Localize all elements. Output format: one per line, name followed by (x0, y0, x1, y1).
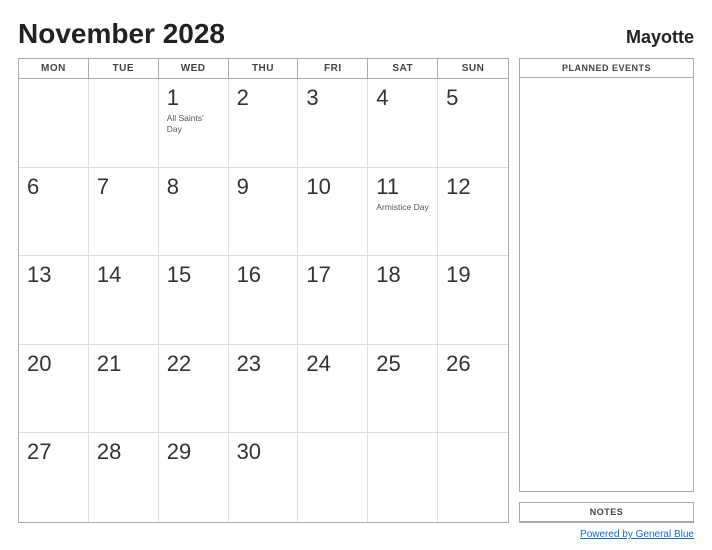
day-number: 12 (446, 174, 470, 200)
page: November 2028 Mayotte MONTUEWEDTHUFRISAT… (0, 0, 712, 550)
day-number: 1 (167, 85, 179, 111)
day-number: 16 (237, 262, 261, 288)
day-cell-1: 1All Saints' Day (159, 79, 229, 168)
main-content: MONTUEWEDTHUFRISATSUN 1All Saints' Day23… (18, 58, 694, 523)
day-header-sun: SUN (438, 59, 508, 78)
day-cell-27: 27 (19, 433, 89, 522)
day-header-fri: FRI (298, 59, 368, 78)
day-cell-16: 16 (229, 256, 299, 345)
notes-box: NOTES (519, 502, 694, 523)
day-cell-25: 25 (368, 345, 438, 434)
day-cell-21: 21 (89, 345, 159, 434)
day-number: 6 (27, 174, 39, 200)
day-cell-17: 17 (298, 256, 368, 345)
event-label: Armistice Day (376, 202, 428, 213)
day-cell-19: 19 (438, 256, 508, 345)
day-header-sat: SAT (368, 59, 438, 78)
day-number: 30 (237, 439, 261, 465)
day-header-tue: TUE (89, 59, 159, 78)
day-cell-14: 14 (89, 256, 159, 345)
day-number: 15 (167, 262, 191, 288)
day-cell-22: 22 (159, 345, 229, 434)
day-cell-20: 20 (19, 345, 89, 434)
day-header-wed: WED (159, 59, 229, 78)
planned-events-header: PLANNED EVENTS (520, 59, 693, 78)
day-cell-13: 13 (19, 256, 89, 345)
event-label: All Saints' Day (167, 113, 220, 135)
empty-cell (368, 433, 438, 522)
day-number: 7 (97, 174, 109, 200)
day-header-mon: MON (19, 59, 89, 78)
planned-events-box: PLANNED EVENTS (519, 58, 694, 492)
planned-events-content (520, 78, 693, 491)
empty-cell (89, 79, 159, 168)
day-number: 10 (306, 174, 330, 200)
day-cell-12: 12 (438, 168, 508, 257)
day-number: 19 (446, 262, 470, 288)
day-cell-26: 26 (438, 345, 508, 434)
day-header-thu: THU (229, 59, 299, 78)
day-number: 5 (446, 85, 458, 111)
footer: Powered by General Blue (18, 529, 694, 540)
empty-cell (438, 433, 508, 522)
day-cell-6: 6 (19, 168, 89, 257)
day-number: 18 (376, 262, 400, 288)
day-number: 11 (376, 174, 399, 200)
empty-cell (19, 79, 89, 168)
day-cell-2: 2 (229, 79, 299, 168)
day-cell-4: 4 (368, 79, 438, 168)
sidebar: PLANNED EVENTS NOTES (519, 58, 694, 523)
day-number: 27 (27, 439, 51, 465)
day-cell-18: 18 (368, 256, 438, 345)
day-cell-10: 10 (298, 168, 368, 257)
day-number: 3 (306, 85, 318, 111)
day-number: 8 (167, 174, 179, 200)
day-cell-29: 29 (159, 433, 229, 522)
day-number: 22 (167, 351, 191, 377)
calendar-grid: 1All Saints' Day234567891011Armistice Da… (19, 79, 508, 522)
day-number: 21 (97, 351, 121, 377)
day-number: 25 (376, 351, 400, 377)
day-cell-11: 11 Armistice Day (368, 168, 438, 257)
day-number: 29 (167, 439, 191, 465)
day-number: 2 (237, 85, 249, 111)
day-number: 4 (376, 85, 388, 111)
day-number: 26 (446, 351, 470, 377)
day-number: 13 (27, 262, 51, 288)
day-number: 28 (97, 439, 121, 465)
day-cell-28: 28 (89, 433, 159, 522)
day-cell-3: 3 (298, 79, 368, 168)
header: November 2028 Mayotte (18, 18, 694, 50)
day-number: 14 (97, 262, 121, 288)
day-cell-23: 23 (229, 345, 299, 434)
day-number: 20 (27, 351, 51, 377)
day-cell-5: 5 (438, 79, 508, 168)
region-title: Mayotte (626, 27, 694, 48)
notes-header: NOTES (520, 503, 693, 522)
day-cell-30: 30 (229, 433, 299, 522)
day-cell-24: 24 (298, 345, 368, 434)
day-cell-15: 15 (159, 256, 229, 345)
day-headers: MONTUEWEDTHUFRISATSUN (19, 59, 508, 79)
day-number: 23 (237, 351, 261, 377)
day-number: 24 (306, 351, 330, 377)
day-number: 9 (237, 174, 249, 200)
day-cell-7: 7 (89, 168, 159, 257)
month-title: November 2028 (18, 18, 225, 50)
day-number: 17 (306, 262, 330, 288)
day-cell-9: 9 (229, 168, 299, 257)
calendar-section: MONTUEWEDTHUFRISATSUN 1All Saints' Day23… (18, 58, 509, 523)
empty-cell (298, 433, 368, 522)
day-cell-8: 8 (159, 168, 229, 257)
footer-link[interactable]: Powered by General Blue (580, 529, 694, 540)
